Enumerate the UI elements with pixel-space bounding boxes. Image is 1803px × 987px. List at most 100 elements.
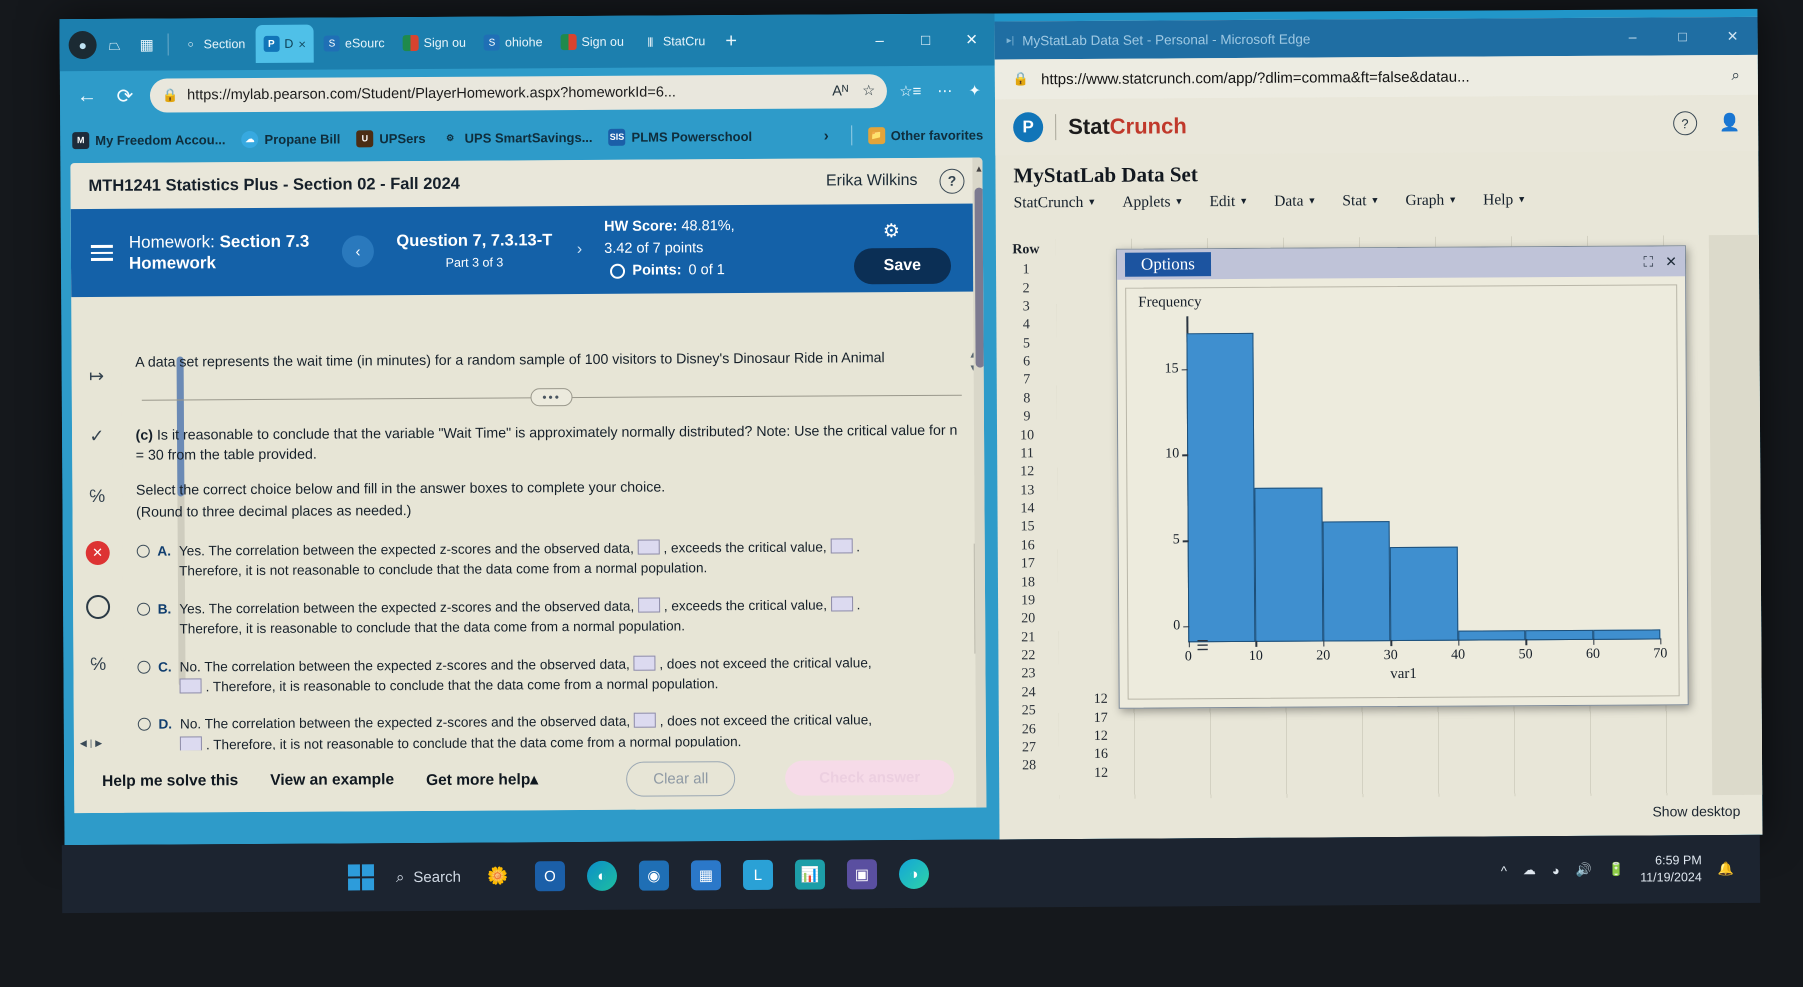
choice-c[interactable]: C. No. The correlation between the expec… xyxy=(137,652,970,698)
cell-value[interactable]: 12 xyxy=(1094,728,1108,746)
window-menu-icon[interactable]: ▸| xyxy=(1007,35,1015,46)
answer-box-a2[interactable] xyxy=(830,538,853,554)
choice-b[interactable]: B. Yes. The correlation between the expe… xyxy=(136,594,970,640)
address-bar[interactable]: 🔒 https://mylab.pearson.com/Student/Play… xyxy=(149,74,888,113)
other-favorites-folder[interactable]: 📁 Other favorites xyxy=(867,126,984,144)
favorite-ups-smartsavings[interactable]: ⚙ UPS SmartSavings... xyxy=(442,128,593,146)
gear-icon[interactable]: ⚙ xyxy=(883,220,905,242)
answer-box-b1[interactable] xyxy=(637,597,661,613)
grid-toggle-icon[interactable]: ☰ xyxy=(1196,637,1209,654)
scroll-left-icon[interactable]: ◀ xyxy=(80,738,87,749)
refresh-icon[interactable]: ⟳ xyxy=(112,83,138,108)
radio-a[interactable] xyxy=(136,544,150,558)
cell-value[interactable]: 17 xyxy=(1094,709,1108,727)
grid-icon[interactable]: ▦ xyxy=(690,860,721,891)
help-icon[interactable]: ? xyxy=(939,168,965,194)
collections-icon[interactable]: ☆≡ xyxy=(899,82,921,100)
percent-check-icon-2[interactable]: ℅ xyxy=(83,649,113,679)
answer-box-c1[interactable] xyxy=(633,655,656,671)
back-icon[interactable]: ← xyxy=(74,84,100,107)
prev-question-button[interactable]: ‹ xyxy=(341,235,375,268)
tray-volume-icon[interactable]: 🔊 xyxy=(1576,862,1592,878)
cell-value[interactable]: 16 xyxy=(1094,746,1108,764)
minimize-button[interactable]: – xyxy=(1608,28,1658,45)
favorite-plms-powerschool[interactable]: SIS PLMS Powerschool xyxy=(608,127,752,146)
answer-box-c2[interactable] xyxy=(179,678,202,694)
help-me-solve-this-link[interactable]: Help me solve this xyxy=(102,772,238,791)
tab-pearson-active[interactable]: P D × xyxy=(255,24,315,63)
search-icon[interactable]: ⌕ xyxy=(1731,66,1740,83)
user-icon[interactable]: 👤 xyxy=(1719,113,1740,133)
settings-more-icon[interactable]: ⋯ xyxy=(937,82,952,100)
page-scrollbar-thumb[interactable] xyxy=(974,187,985,368)
taskbar-search[interactable]: ⌕ Search xyxy=(396,868,461,885)
help-icon[interactable]: ? xyxy=(1672,111,1698,136)
view-an-example-link[interactable]: View an example xyxy=(270,771,394,790)
menu-data[interactable]: Data ▼ xyxy=(1274,193,1316,211)
answer-box-b2[interactable] xyxy=(830,596,853,612)
menu-graph[interactable]: Graph ▼ xyxy=(1405,192,1457,210)
maximize-button[interactable]: □ xyxy=(903,31,949,48)
answer-box-d2[interactable] xyxy=(180,736,203,752)
tab-signout-2[interactable]: Sign ou xyxy=(552,23,632,61)
answer-box-d1[interactable] xyxy=(633,712,656,729)
favorites-overflow-icon[interactable]: › xyxy=(824,127,835,144)
chart-icon[interactable]: 📊 xyxy=(794,859,825,890)
radio-c[interactable] xyxy=(137,660,151,674)
tab-actions-icon[interactable]: ▦ xyxy=(132,30,162,60)
edge2-icon[interactable]: ◑ xyxy=(898,858,929,890)
tab-section[interactable]: ○ Section xyxy=(175,25,254,63)
menu-edit[interactable]: Edit ▼ xyxy=(1209,193,1248,211)
favorite-my-freedom[interactable]: M My Freedom Accou... xyxy=(72,131,226,149)
flower-icon[interactable]: 🌼 xyxy=(483,861,513,891)
choice-a[interactable]: A. Yes. The correlation between the expe… xyxy=(136,537,969,583)
close-icon[interactable]: × xyxy=(298,36,306,51)
close-button[interactable]: ✕ xyxy=(949,30,995,49)
scroll-right-icon[interactable]: ▶ xyxy=(95,737,102,748)
edge-icon[interactable]: ◐ xyxy=(586,860,617,891)
divider-dots-button[interactable]: ••• xyxy=(530,387,573,406)
window-icon[interactable]: ▣ xyxy=(846,859,877,890)
next-question-button[interactable]: › xyxy=(577,241,582,259)
menu-icon[interactable] xyxy=(81,245,121,261)
favorite-upsers[interactable]: U UPSers xyxy=(356,129,426,147)
check-icon[interactable]: ✓ xyxy=(82,421,112,451)
tray-wifi-icon[interactable]: ◕ xyxy=(1552,863,1560,878)
tray-battery-icon[interactable]: 🔋 xyxy=(1608,862,1624,878)
close-icon[interactable]: ✕ xyxy=(1665,253,1677,270)
menu-help[interactable]: Help ▼ xyxy=(1483,191,1526,209)
teams-icon[interactable]: ◉ xyxy=(638,860,669,891)
tab-signout-1[interactable]: Sign ou xyxy=(394,24,474,62)
radio-b[interactable] xyxy=(136,602,150,616)
close-button[interactable]: ✕ xyxy=(1708,27,1758,44)
right-address-bar[interactable]: 🔒 https://www.statcrunch.com/app/?dlim=c… xyxy=(994,54,1758,100)
menu-applets[interactable]: Applets ▼ xyxy=(1122,193,1183,211)
percent-check-icon[interactable]: ℅ xyxy=(82,481,112,511)
tab-statcrunch[interactable]: ||| StatCru xyxy=(634,22,714,60)
cell-value[interactable]: 12 xyxy=(1094,691,1108,709)
next-part-icon[interactable]: ↦ xyxy=(81,361,111,391)
tray-caret-icon[interactable]: ^ xyxy=(1501,863,1507,878)
read-aloud-icon[interactable]: Aᴺ xyxy=(832,83,848,99)
cell-value[interactable]: 12 xyxy=(1094,764,1108,782)
profile-avatar[interactable]: ● xyxy=(68,30,98,60)
favorite-star-icon[interactable]: ☆ xyxy=(862,83,875,99)
new-tab-button[interactable]: + xyxy=(715,29,747,52)
favorite-propane-bill[interactable]: ☁ Propane Bill xyxy=(241,130,340,148)
menu-statcrunch[interactable]: StatCrunch ▼ xyxy=(1014,194,1097,213)
browser-essentials-icon[interactable]: ⏢ xyxy=(100,30,130,60)
menu-stat[interactable]: Stat ▼ xyxy=(1342,192,1379,210)
maximize-button[interactable]: □ xyxy=(1658,28,1708,45)
horizontal-scroll-controls[interactable]: ◀ | ▶ xyxy=(80,735,120,751)
expand-icon[interactable]: ⛶ xyxy=(1643,253,1653,270)
tray-cloud-icon[interactable]: ☁ xyxy=(1523,862,1536,878)
answer-box-a1[interactable] xyxy=(637,539,660,555)
L-icon[interactable]: L xyxy=(742,859,773,891)
tab-esource[interactable]: S eSourc xyxy=(316,24,393,62)
check-answer-button[interactable]: Check answer xyxy=(785,759,955,796)
save-button[interactable]: Save xyxy=(853,247,952,285)
windows-start-icon[interactable] xyxy=(347,864,375,891)
tab-ohiohe[interactable]: S ohiohe xyxy=(476,23,551,61)
copilot-icon[interactable]: ✦ xyxy=(968,82,981,100)
options-button[interactable]: Options xyxy=(1124,252,1211,277)
